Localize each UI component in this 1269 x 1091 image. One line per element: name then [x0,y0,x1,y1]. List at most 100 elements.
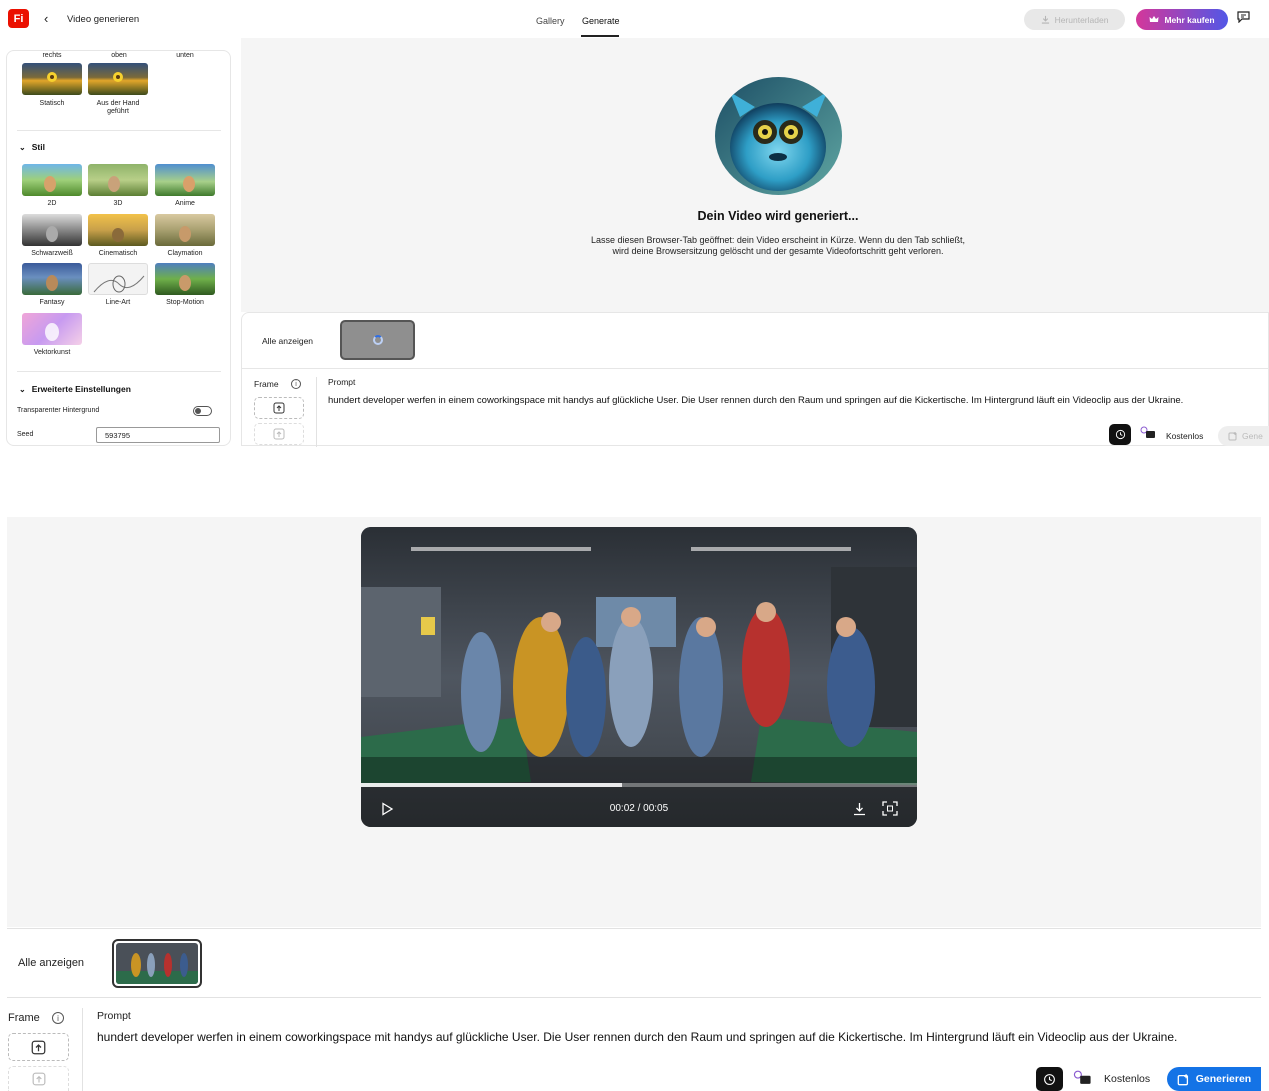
download-button[interactable]: Herunterladen [1024,9,1125,30]
section-divider [17,130,221,131]
style-section-header[interactable]: ⌄ Stil [19,142,45,152]
style-option-cinematisch[interactable]: Cinematisch [88,214,148,258]
style-label: Fantasy [39,299,65,306]
panel-divider [7,997,1261,998]
show-all-link[interactable]: Alle anzeigen [18,957,84,969]
section-divider [17,371,221,372]
sunflower-thumbnail [88,63,148,95]
video-time: 00:02 / 00:05 [609,803,669,814]
style-thumbnail [22,214,82,246]
download-label: Herunterladen [1054,14,1109,25]
tab-gallery[interactable]: Gallery [536,16,565,26]
buy-more-button[interactable]: Mehr kaufen [1136,9,1228,30]
style-label: Cinematisch [98,250,138,257]
advanced-section-title: Erweiterte Einstellungen [31,384,131,394]
app-header: Fi ‹ Video generieren Gallery Generate H… [0,0,1269,38]
settings-sidebar: rechts oben unten Statisch Aus der Hand … [6,50,231,446]
style-option-3d[interactable]: 3D [88,164,148,208]
upload-icon [273,402,285,414]
upload-first-frame-button[interactable] [254,397,304,419]
generate-button[interactable]: Generieren [1167,1067,1261,1091]
back-chevron-icon[interactable]: ‹ [44,11,48,26]
style-section-title: Stil [31,142,45,152]
loading-mascot-avatar [715,77,842,195]
style-label: 3D [113,200,123,207]
app-logo[interactable]: Fi [8,9,29,28]
crown-icon [1149,16,1159,22]
panel-divider [242,368,1269,369]
video-thumbnail-image [116,943,198,984]
style-option-anime[interactable]: Anime [155,164,215,208]
style-option-line-art[interactable]: Line-Art [88,263,148,307]
active-tab-indicator [581,35,619,37]
prompt-textarea[interactable]: hundert developer werfen in einem cowork… [97,1030,1177,1044]
generation-description: Lasse diesen Browser-Tab geöffnet: dein … [590,235,966,256]
style-option-2d[interactable]: 2D [22,164,82,208]
camera-label-oben: oben [111,52,127,59]
download-icon[interactable] [853,802,866,821]
seed-input[interactable]: 593795 [96,427,220,443]
style-label: Line-Art [105,299,131,306]
generation-title: Dein Video wird generiert... [697,209,859,223]
style-label: Stop-Motion [166,299,204,306]
video-thumbnail-selected[interactable] [112,939,202,988]
frame-label: Frame [8,1012,40,1024]
style-thumbnail [22,164,82,196]
style-thumbnail [155,164,215,196]
upload-last-frame-button[interactable] [254,423,304,445]
info-icon[interactable]: i [291,379,301,389]
transparent-bg-toggle[interactable] [193,406,212,416]
feedback-icon[interactable] [1237,11,1250,26]
style-thumbnail [22,313,82,345]
style-option-schwarzweiss[interactable]: Schwarzweiß [22,214,82,258]
generate-label: Gene [1242,431,1263,441]
motion-option-handheld[interactable]: Aus der Hand geführt [88,63,148,116]
video-frame [361,527,917,827]
generating-thumbnail-placeholder[interactable] [340,320,415,360]
history-button[interactable] [1036,1067,1063,1091]
style-thumbnail [88,263,148,295]
style-option-vektorkunst[interactable]: Vektorkunst [22,313,82,357]
style-option-claymation[interactable]: Claymation [155,214,215,258]
transparent-bg-label: Transparenter Hintergrund [17,407,100,414]
style-label: Anime [175,200,195,207]
style-label: Claymation [167,250,203,257]
generate-button-disabled[interactable]: Gene [1218,426,1269,446]
history-button[interactable] [1109,424,1131,445]
panel-top-border [7,928,1261,929]
upload-icon [273,428,285,440]
prompt-textarea[interactable]: hundert developer werfen in einem cowork… [328,395,1183,406]
tab-generate[interactable]: Generate [582,16,620,26]
style-thumbnail [88,164,148,196]
style-thumbnail [155,214,215,246]
motion-option-statisch[interactable]: Statisch [22,63,82,108]
history-icon [1115,429,1125,440]
panel-vertical-divider [316,377,317,447]
history-icon [1044,1073,1055,1085]
style-label: Schwarzweiß [31,250,73,257]
free-label: Kostenlos [1104,1073,1151,1085]
motion-label: Statisch [39,100,65,107]
chevron-down-icon: ⌄ [19,142,26,152]
style-thumbnail [155,263,215,295]
upload-icon [32,1072,45,1086]
style-option-stop-motion[interactable]: Stop-Motion [155,263,215,307]
video-player[interactable]: 00:02 / 00:05 [361,527,917,827]
show-all-link[interactable]: Alle anzeigen [262,336,313,346]
style-thumbnail [88,214,148,246]
advanced-section-header[interactable]: ⌄ Erweiterte Einstellungen [19,384,131,394]
camera-label-rechts: rechts [42,52,62,59]
credits-icon [1140,426,1156,444]
style-label: Vektorkunst [33,349,71,356]
info-icon[interactable]: i [52,1012,64,1024]
motion-label: Aus der Hand geführt [96,100,140,115]
buy-more-label: Mehr kaufen [1164,14,1215,25]
upload-first-frame-button[interactable] [8,1033,69,1061]
camera-label-unten: unten [176,52,194,59]
fullscreen-icon[interactable] [882,801,898,821]
chevron-down-icon: ⌄ [19,384,26,394]
generate-label: Generieren [1195,1073,1252,1085]
video-progress-fill [361,783,623,787]
upload-last-frame-button[interactable] [8,1066,69,1091]
style-option-fantasy[interactable]: Fantasy [22,263,82,307]
